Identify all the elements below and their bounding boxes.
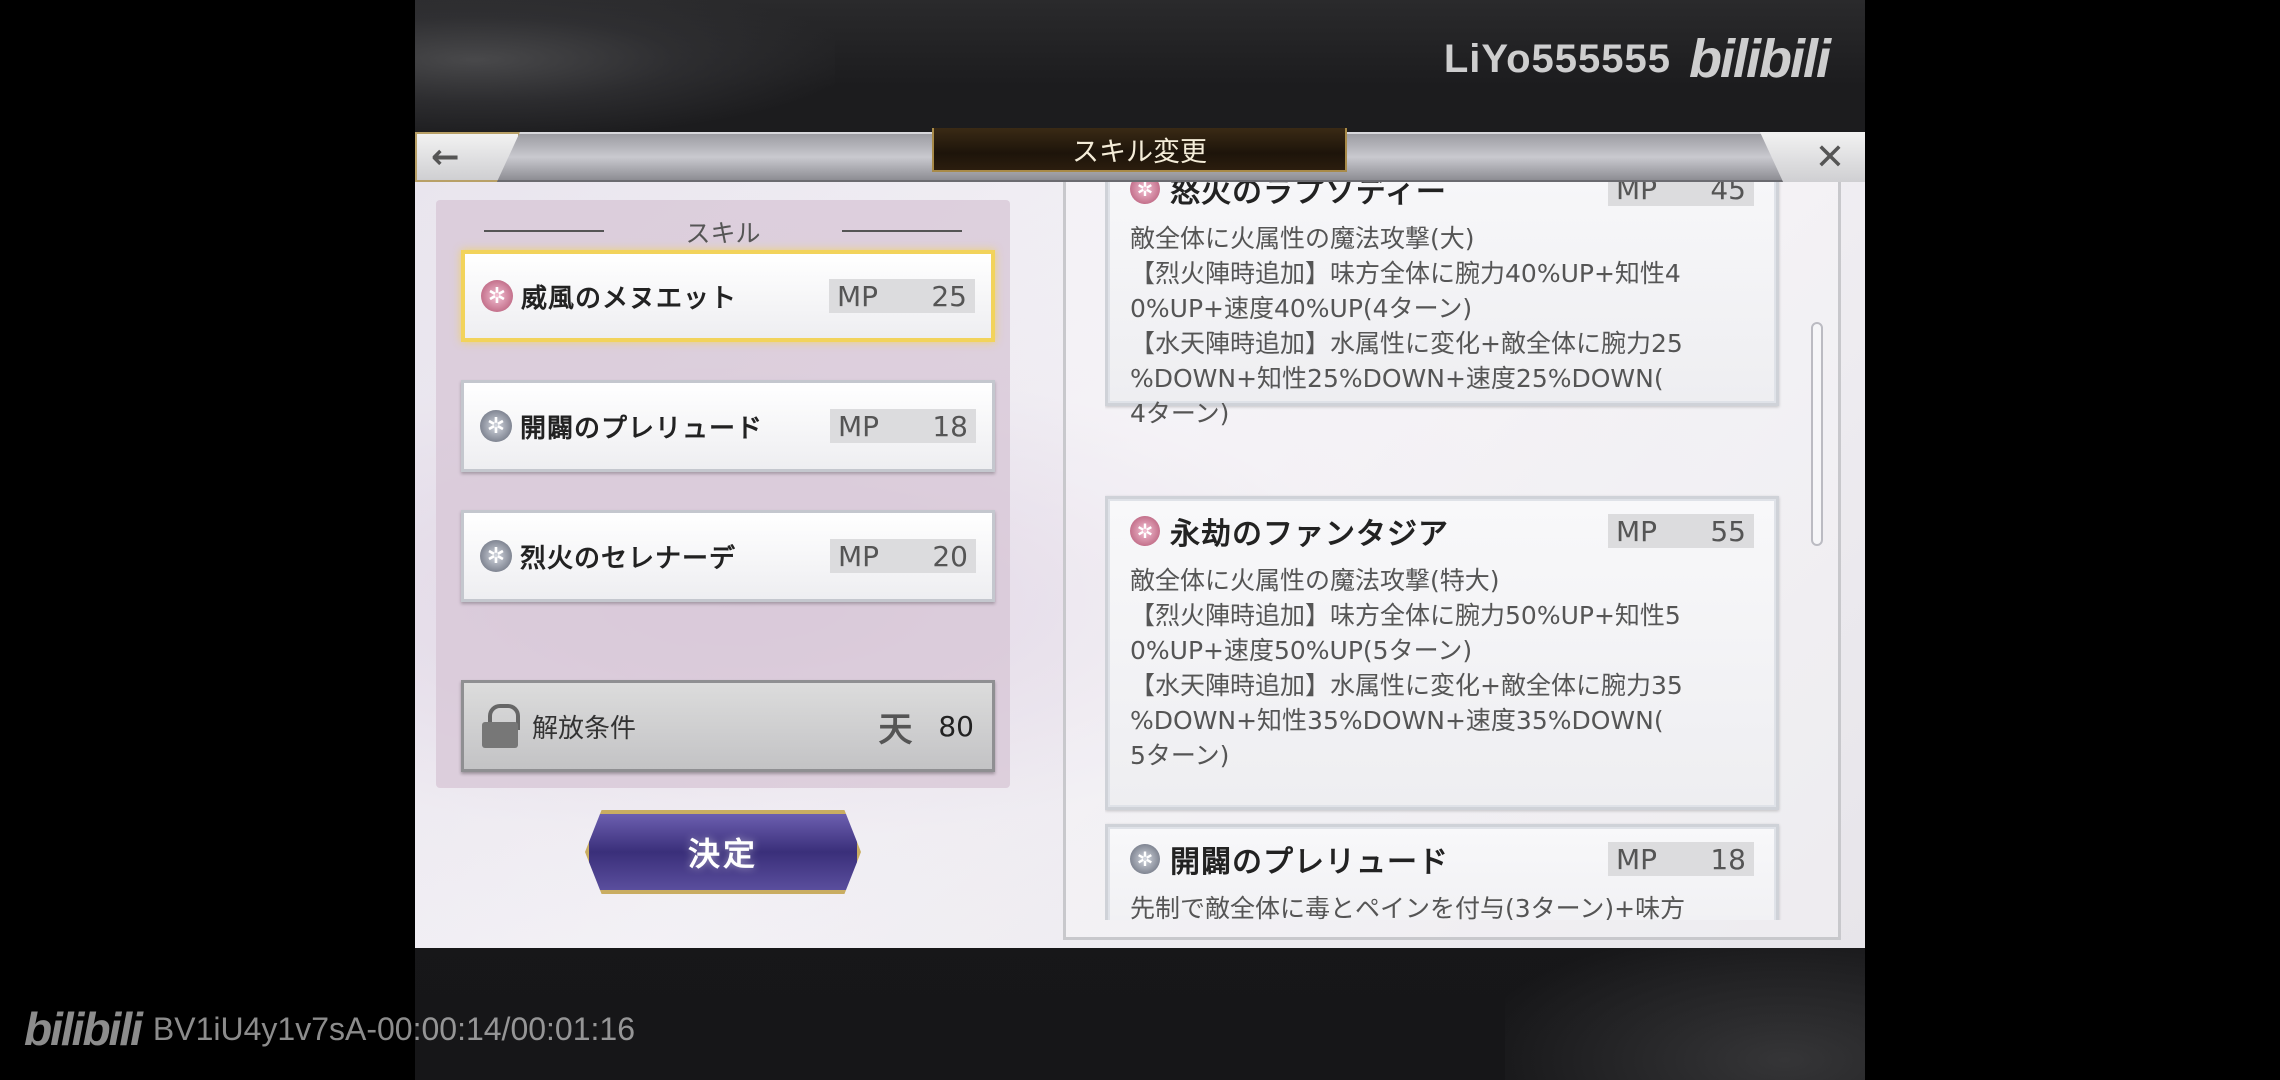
mp-value: 20	[932, 539, 968, 573]
skill-slot-3[interactable]: ✲ 烈火のセレナーデ MP 20	[461, 510, 995, 602]
locked-skill-slot[interactable]: 解放条件 天 80	[461, 680, 995, 772]
skill-detail-card-3: ✲ 開闢のプレリュード MP 18 先制で敵全体に毒とペインを付与(3ターン)+…	[1105, 824, 1779, 920]
content-panel: スキル ✲ 威風のメヌエット MP 25 ✲ 開闢のプレリュード MP 18 ✲…	[415, 182, 1865, 948]
skill-list-header: スキル	[436, 214, 1010, 250]
skill-name: 威風のメヌエット	[521, 283, 738, 314]
mp-cost: MP 25	[829, 279, 975, 313]
close-icon: ✕	[1814, 136, 1845, 178]
mp-label: MP	[838, 409, 880, 443]
video-id-timestamp: BV1iU4y1v7sA-00:00:14/00:01:16	[152, 1010, 635, 1047]
mp-label: MP	[837, 279, 879, 313]
card-header: ✲ 開闢のプレリュード MP 18	[1130, 839, 1754, 880]
card-skill-name: 怒火のラプソディー	[1170, 182, 1447, 210]
fire-crest-icon: ✲	[1130, 182, 1160, 204]
skill-list-panel: スキル ✲ 威風のメヌエット MP 25 ✲ 開闢のプレリュード MP 18 ✲…	[436, 200, 1010, 788]
bilibili-logo: bilibili	[1689, 29, 1831, 89]
page-title: スキル変更	[932, 128, 1347, 172]
skill-name: 烈火のセレナーデ	[520, 543, 737, 574]
mp-label: MP	[1616, 842, 1658, 876]
mp-label: MP	[1616, 514, 1658, 548]
fire-crest-icon: ✲	[1130, 516, 1160, 546]
neutral-crest-icon: ✲	[480, 540, 512, 572]
detail-scrollbar[interactable]	[1811, 322, 1823, 546]
card-description: 敵全体に火属性の魔法攻撃(特大) 【烈火陣時追加】味方全体に腕力50%UP+知性…	[1130, 566, 1683, 770]
mp-cost: MP 55	[1608, 514, 1754, 548]
bottom-decoration	[1505, 940, 1865, 1080]
card-skill-name: 開闢のプレリュード	[1170, 845, 1449, 880]
skill-slot-1[interactable]: ✲ 威風のメヌエット MP 25	[461, 250, 995, 342]
skill-list-title: スキル	[685, 219, 761, 248]
heaven-rank-icon: 天	[878, 709, 913, 750]
mp-label: MP	[838, 539, 880, 573]
skill-name: 開闢のプレリュード	[520, 413, 764, 444]
card-skill-name: 永劫のファンタジア	[1170, 517, 1449, 552]
unlock-condition-label: 解放条件	[532, 713, 637, 744]
mp-cost: MP 20	[830, 539, 976, 573]
mp-value: 45	[1710, 182, 1746, 206]
skill-detail-list[interactable]: ✲ 怒火のラプソディー MP 45 敵全体に火属性の魔法攻撃(大) 【烈火陣時追…	[1105, 182, 1799, 920]
skill-slot-2[interactable]: ✲ 開闢のプレリュード MP 18	[461, 380, 995, 472]
card-description: 先制で敵全体に毒とペインを付与(3ターン)+味方	[1130, 894, 1686, 920]
mp-cost: MP 18	[830, 409, 976, 443]
card-header: ✲ 永劫のファンタジア MP 55	[1130, 511, 1754, 552]
bottom-watermark: bilibili BV1iU4y1v7sA-00:00:14/00:01:16	[24, 1002, 635, 1056]
card-description: 敵全体に火属性の魔法攻撃(大) 【烈火陣時追加】味方全体に腕力40%UP+知性4…	[1130, 224, 1683, 428]
card-header: ✲ 怒火のラプソディー MP 45	[1130, 182, 1754, 210]
mp-cost: MP 45	[1608, 182, 1754, 206]
uploader-name: LiYo555555	[1443, 36, 1671, 81]
neutral-crest-icon: ✲	[480, 410, 512, 442]
decide-button[interactable]: 決定	[585, 810, 861, 894]
mp-value: 18	[932, 409, 968, 443]
top-decoration	[415, 0, 835, 135]
game-screen: LiYo555555 bilibili ← スキル変更 ✕ スキル ✲ 威風のメ…	[415, 0, 1865, 1080]
unlock-condition-value: 80	[938, 709, 974, 743]
top-watermark: LiYo555555 bilibili	[1443, 28, 1831, 90]
mp-value: 55	[1710, 514, 1746, 548]
mp-value: 18	[1710, 842, 1746, 876]
mp-cost: MP 18	[1608, 842, 1754, 876]
lock-icon	[482, 704, 520, 748]
ornament-right	[842, 230, 962, 232]
fire-crest-icon: ✲	[481, 280, 513, 312]
ornament-left	[484, 230, 604, 232]
skill-detail-card-2: ✲ 永劫のファンタジア MP 55 敵全体に火属性の魔法攻撃(特大) 【烈火陣時…	[1105, 496, 1779, 810]
bilibili-logo: bilibili	[24, 1003, 143, 1055]
neutral-crest-icon: ✲	[1130, 844, 1160, 874]
mp-value: 25	[931, 279, 967, 313]
skill-detail-card-1: ✲ 怒火のラプソディー MP 45 敵全体に火属性の魔法攻撃(大) 【烈火陣時追…	[1105, 182, 1779, 428]
mp-label: MP	[1616, 182, 1658, 206]
back-arrow-icon: ←	[431, 137, 460, 177]
